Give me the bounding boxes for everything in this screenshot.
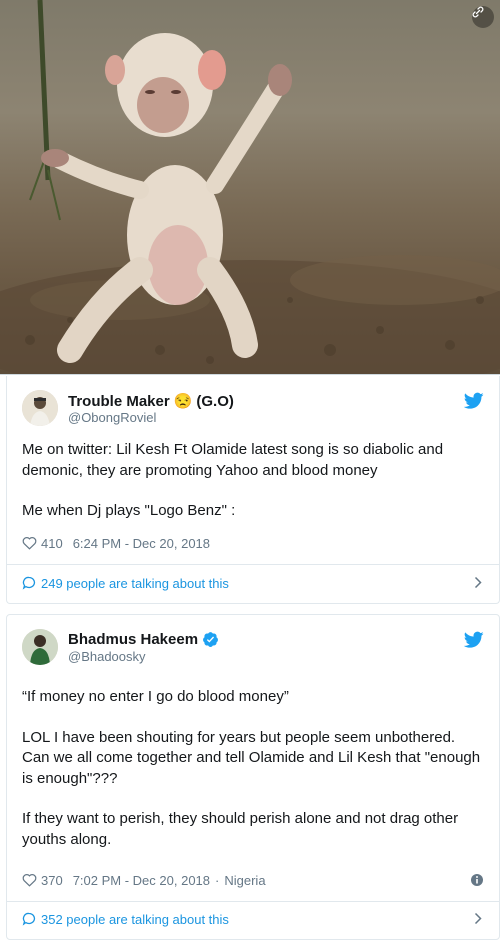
unamused-face-emoji: 😒 bbox=[173, 393, 193, 410]
author-name[interactable]: Trouble Maker bbox=[68, 393, 170, 410]
talking-text[interactable]: 249 people are talking about this bbox=[41, 576, 229, 591]
tweet-meta: 370 7:02 PM - Dec 20, 2018 · Nigeria bbox=[22, 871, 484, 889]
verified-badge-icon bbox=[203, 632, 218, 647]
avatar[interactable] bbox=[22, 629, 58, 665]
avatar[interactable] bbox=[22, 390, 58, 426]
author-name[interactable]: Bhadmus Hakeem bbox=[68, 631, 198, 648]
speech-bubble-icon bbox=[22, 912, 36, 926]
tweet-header: Bhadmus Hakeem @Bhadoosky bbox=[22, 629, 484, 669]
speech-bubble-icon bbox=[22, 576, 36, 590]
tweet-photo[interactable] bbox=[0, 0, 500, 375]
tweet-paragraph: Me on twitter: Lil Kesh Ft Olamide lates… bbox=[22, 441, 444, 479]
tweet-card-1[interactable]: Trouble Maker 😒 (G.O) @ObongRoviel Me on… bbox=[6, 376, 500, 604]
author-handle[interactable]: @Bhadoosky bbox=[68, 649, 146, 664]
tweet-paragraph: “If money no enter I go do blood money” bbox=[22, 688, 289, 705]
like-count[interactable]: 370 bbox=[41, 873, 63, 888]
separator-dot: · bbox=[215, 872, 220, 888]
tweet-header: Trouble Maker 😒 (G.O) @ObongRoviel bbox=[22, 390, 484, 430]
tweet-paragraph: If they want to perish, they should peri… bbox=[22, 810, 459, 848]
tweet-paragraph: Me when Dj plays "Logo Benz" : bbox=[22, 502, 236, 519]
talking-link[interactable]: 352 people are talking about this bbox=[22, 910, 484, 928]
divider bbox=[7, 901, 499, 902]
monkey-photo-illustration bbox=[0, 0, 500, 374]
info-icon[interactable] bbox=[470, 873, 484, 887]
twitter-bird-icon[interactable] bbox=[464, 631, 484, 649]
author-handle[interactable]: @ObongRoviel bbox=[68, 410, 156, 425]
author-name-line[interactable]: Trouble Maker 😒 (G.O) bbox=[68, 392, 234, 411]
tweet-meta: 410 6:24 PM - Dec 20, 2018 bbox=[22, 534, 484, 552]
tweet-text: Me on twitter: Lil Kesh Ft Olamide lates… bbox=[22, 440, 481, 522]
heart-icon[interactable] bbox=[22, 873, 37, 887]
tweet-timestamp[interactable]: 7:02 PM - Dec 20, 2018 bbox=[73, 873, 210, 888]
unfurl-icon[interactable] bbox=[472, 6, 494, 28]
tweet-timestamp[interactable]: 6:24 PM - Dec 20, 2018 bbox=[73, 536, 210, 551]
chevron-right-icon[interactable] bbox=[474, 912, 482, 925]
author-name-line[interactable]: Bhadmus Hakeem bbox=[68, 631, 219, 648]
tweet-location[interactable]: Nigeria bbox=[224, 873, 265, 888]
author-name-suffix[interactable]: (G.O) bbox=[196, 393, 234, 410]
talking-link[interactable]: 249 people are talking about this bbox=[22, 574, 484, 592]
divider bbox=[7, 564, 499, 565]
chevron-right-icon[interactable] bbox=[474, 576, 482, 589]
tweet-text: “If money no enter I go do blood money” … bbox=[22, 687, 481, 850]
tweet-paragraph: LOL I have been shouting for years but p… bbox=[22, 728, 481, 787]
like-count[interactable]: 410 bbox=[41, 536, 63, 551]
talking-text[interactable]: 352 people are talking about this bbox=[41, 912, 229, 927]
twitter-bird-icon[interactable] bbox=[464, 392, 484, 410]
tweet-card-2[interactable]: Bhadmus Hakeem @Bhadoosky “If money no e… bbox=[6, 614, 500, 940]
heart-icon[interactable] bbox=[22, 536, 37, 550]
